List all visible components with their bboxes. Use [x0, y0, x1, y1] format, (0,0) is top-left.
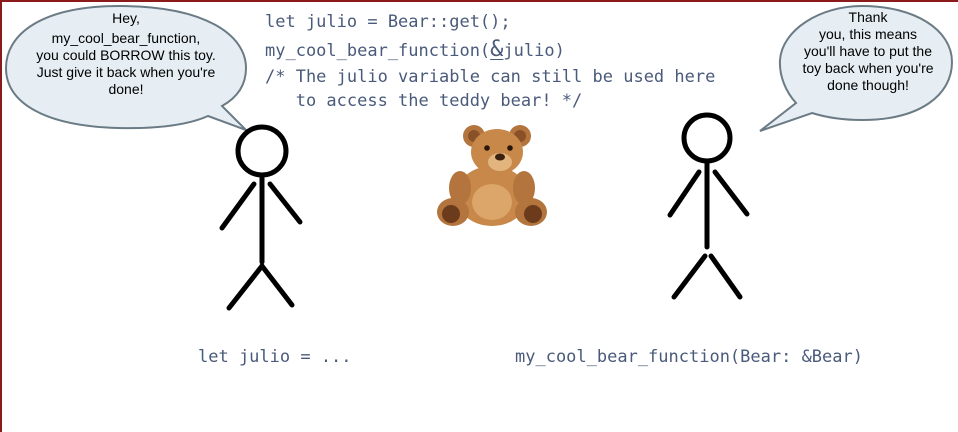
code-comment-line-2: to access the teddy bear! */ [265, 91, 583, 111]
right-bubble-line: you, this means [818, 26, 918, 42]
left-bubble-text: Hey, my_cool_bear_function, you could BO… [6, 10, 246, 98]
left-figure-right-leg [259, 263, 295, 308]
code-comment-line-1: /* The julio variable can still be used … [265, 67, 716, 87]
left-figure-head [235, 124, 289, 178]
left-bubble-line: my_cool_bear_function, [51, 30, 201, 46]
right-figure-left-arm [667, 169, 702, 218]
canvas: let julio = Bear::get(); my_cool_bear_fu… [0, 0, 958, 432]
right-figure-head [681, 112, 733, 164]
left-bubble-line: Just give it back when you're [36, 64, 216, 80]
borrow-ampersand: & [490, 37, 504, 62]
left-figure-left-leg [226, 263, 265, 311]
right-bubble-line: done though! [827, 77, 909, 93]
right-bubble-line: Thank [848, 9, 888, 25]
code-line-2-prefix: my_cool_bear_function( [265, 41, 491, 61]
code-line-1: let julio = Bear::get(); [265, 12, 511, 32]
right-figure-right-arm [712, 169, 750, 217]
right-bubble-text: Thank you, this means you'll have to put… [780, 9, 956, 94]
right-bubble-line: toy back when you're [802, 60, 934, 76]
right-figure-right-leg [708, 253, 743, 300]
left-bubble-line: done! [108, 81, 144, 97]
left-figure-right-arm [267, 181, 303, 225]
right-bubble-line: you'll have to put the [804, 43, 932, 59]
right-figure-left-leg [671, 253, 708, 300]
teddy-bear-icon [437, 125, 547, 226]
right-caption: my_cool_bear_function(Bear: &Bear) [515, 347, 863, 367]
code-line-2-suffix: julio) [503, 41, 565, 61]
left-caption: let julio = ... [198, 347, 352, 367]
left-bubble-line: you could BORROW this toy. [36, 47, 216, 63]
right-stick-figure [667, 112, 750, 300]
left-figure-left-arm [219, 181, 257, 231]
left-stick-figure [219, 124, 303, 311]
left-bubble-line: Hey, [112, 10, 140, 26]
code-line-2: my_cool_bear_function(&julio) [265, 38, 565, 63]
